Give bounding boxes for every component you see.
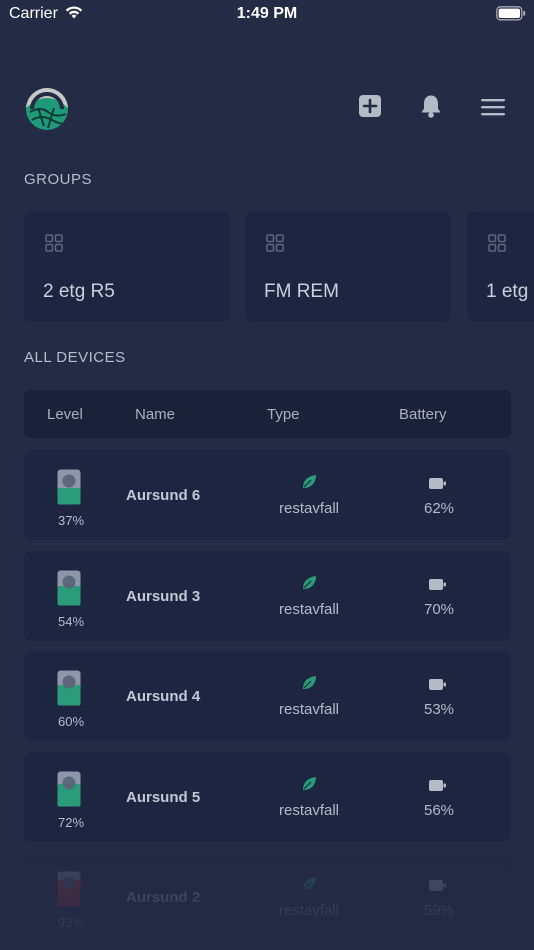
groups-carousel[interactable]: 2 etg R5 FM REM 1 etg [24,211,534,322]
battery-icon [429,478,446,489]
level-percent: 93% [57,915,85,930]
battery-icon [429,880,446,891]
battery-icon [429,579,446,590]
device-row[interactable]: 93% Aursund 2 restavfall 59% [24,852,511,942]
device-name: Aursund 2 [126,889,201,906]
device-row[interactable]: 37% Aursund 6 restavfall 62% [24,450,511,540]
devices-table-header: Level Name Type Battery [24,390,511,438]
device-name: Aursund 5 [126,789,201,806]
leaf-icon [303,475,316,488]
device-row[interactable]: 54% Aursund 3 restavfall 70% [24,551,511,641]
battery-percent: 70% [423,601,455,618]
level-percent: 37% [57,513,85,528]
battery-percent: 59% [423,902,455,919]
device-name: Aursund 6 [126,487,201,504]
hamburger-menu-icon[interactable] [480,96,506,118]
group-card[interactable]: FM REM [245,211,451,322]
device-row[interactable]: 72% Aursund 5 restavfall 56% [24,752,511,842]
group-card[interactable]: 1 etg [467,211,534,322]
level-percent: 72% [57,815,85,830]
column-battery[interactable]: Battery [399,406,447,423]
leaf-icon [303,777,316,790]
group-name: FM REM [264,281,339,302]
bin-level-icon [57,469,81,505]
leaf-icon [303,676,316,689]
battery-icon [429,679,446,690]
group-name: 2 etg R5 [43,281,115,302]
group-card[interactable]: 2 etg R5 [24,211,230,322]
grid-icon [488,234,506,252]
bin-level-icon [57,771,81,807]
battery-percent: 53% [423,701,455,718]
add-square-icon[interactable] [358,94,382,118]
grid-icon [45,234,63,252]
app-logo-icon[interactable] [24,86,70,132]
battery-icon [429,780,446,791]
device-name: Aursund 4 [126,688,201,705]
device-type: restavfall [278,701,340,718]
column-type[interactable]: Type [267,406,300,423]
bin-level-icon [57,670,81,706]
device-type: restavfall [278,902,340,919]
level-percent: 54% [57,614,85,629]
device-type: restavfall [278,802,340,819]
bin-level-icon [57,570,81,606]
device-type: restavfall [278,500,340,517]
battery-percent: 62% [423,500,455,517]
grid-icon [266,234,284,252]
bin-level-icon [57,871,81,907]
battery-percent: 56% [423,802,455,819]
leaf-icon [303,576,316,589]
clock: 1:49 PM [236,5,298,22]
device-name: Aursund 3 [126,588,201,605]
column-level[interactable]: Level [47,406,83,423]
device-row[interactable]: 60% Aursund 4 restavfall 53% [24,651,511,741]
leaf-icon [303,877,316,890]
bell-icon[interactable] [418,93,444,119]
level-percent: 60% [57,714,85,729]
battery-full-icon [496,6,526,21]
groups-title: GROUPS [24,171,93,188]
all-devices-title: ALL DEVICES [24,349,126,366]
status-bar: Carrier 1:49 PM [0,0,534,30]
device-type: restavfall [278,601,340,618]
column-name[interactable]: Name [135,406,175,423]
group-name: 1 etg [486,281,529,302]
